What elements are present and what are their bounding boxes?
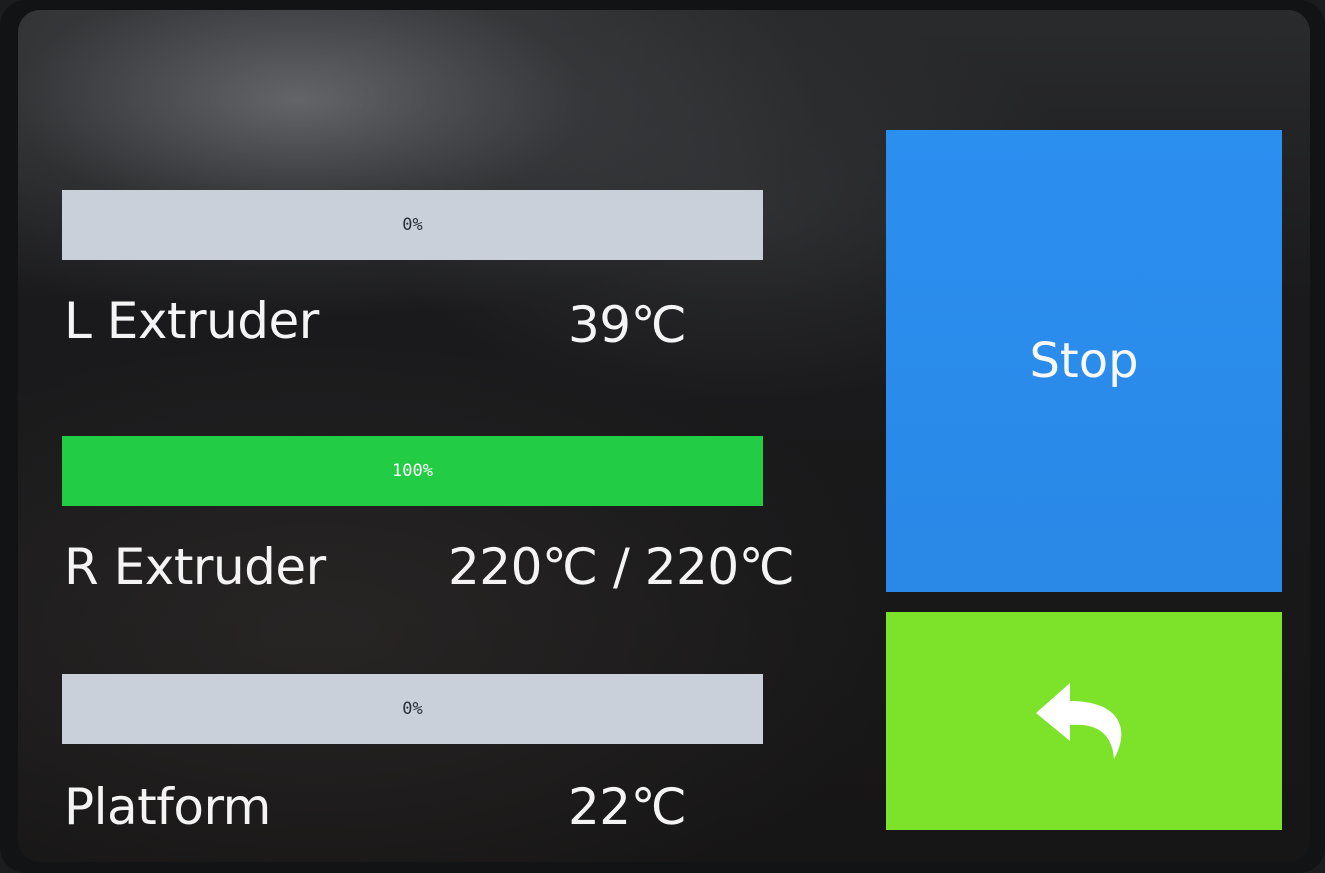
platform-progress-bar: 0% xyxy=(62,674,763,744)
screen: 0% L Extruder 39℃ 100% R Extruder 220℃ /… xyxy=(18,10,1310,862)
platform-label: Platform xyxy=(64,778,271,836)
stop-button[interactable]: Stop xyxy=(886,130,1282,592)
r-extruder-progress-bar: 100% xyxy=(62,436,763,506)
back-arrow-icon xyxy=(1034,681,1134,761)
r-extruder-temperature: 220℃ / 220℃ xyxy=(448,538,795,596)
stop-button-label: Stop xyxy=(1029,333,1139,389)
l-extruder-label: L Extruder xyxy=(64,292,319,350)
platform-temperature: 22℃ xyxy=(568,778,687,836)
r-extruder-label: R Extruder xyxy=(64,538,326,596)
l-extruder-progress-bar: 0% xyxy=(62,190,763,260)
l-extruder-progress-label: 0% xyxy=(402,215,423,235)
back-button[interactable] xyxy=(886,612,1282,830)
platform-progress-label: 0% xyxy=(402,699,423,719)
printer-touchscreen: 0% L Extruder 39℃ 100% R Extruder 220℃ /… xyxy=(0,0,1325,873)
l-extruder-temperature: 39℃ xyxy=(568,296,687,354)
r-extruder-progress-label: 100% xyxy=(392,461,433,481)
